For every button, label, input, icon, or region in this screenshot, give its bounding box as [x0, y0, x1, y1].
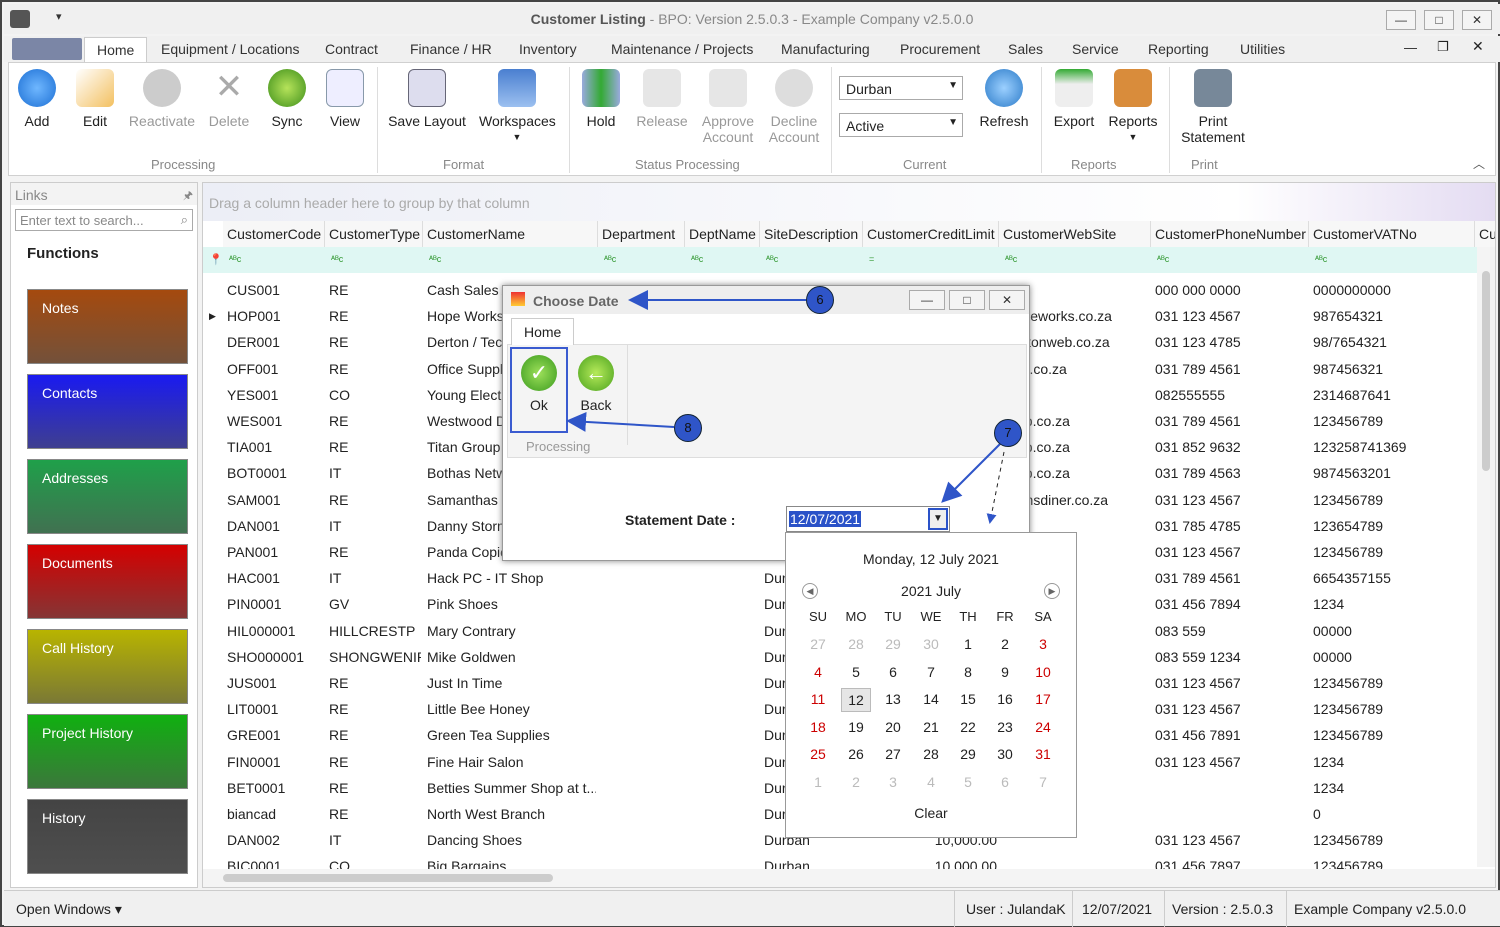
callout-6: 6: [806, 286, 834, 314]
annotation-arrows: [566, 290, 1005, 524]
callout-7: 7: [994, 419, 1022, 447]
callout-8: 8: [674, 414, 702, 442]
